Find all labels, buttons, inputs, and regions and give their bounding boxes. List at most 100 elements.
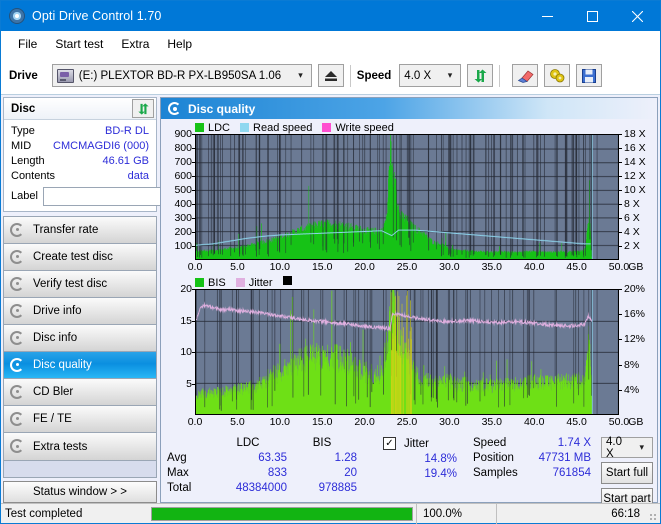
save-button[interactable] — [576, 64, 603, 87]
nav-list: Transfer rate Create test disc Verify te… — [3, 216, 157, 461]
settings-button[interactable] — [544, 64, 571, 87]
stats-avg-ldc: 63.35 — [258, 452, 287, 464]
disc-value: 46.61 GB — [102, 154, 149, 167]
stats-total-ldc: 48384000 — [235, 482, 287, 494]
window-controls — [525, 1, 660, 31]
ldc-x-axis: 0.0 5.0 10.0 15.0 20.0 25.0 30.0 35.0 40.0 45.0 50… — [188, 260, 644, 276]
axis-tick-label: 0.0 — [187, 261, 203, 273]
bis-y2-axis: 4% 8% 12% 16% 20% — [617, 283, 653, 415]
menu-file[interactable]: File — [9, 34, 46, 54]
disc-fete-icon — [10, 411, 25, 427]
speed-select-value: 4.0 X — [404, 69, 432, 82]
axis-tick-label: 600 — [174, 170, 196, 182]
ldc-y-axis: 100 200 300 400 500 600 700 800 900 — [165, 128, 196, 260]
main-panel: Disc quality LDC Read speed Write speed … — [160, 97, 658, 510]
axis-tick-label: 25.0 — [396, 261, 418, 273]
sidebar-item-drive-info[interactable]: Drive info — [4, 298, 156, 325]
app-icon — [9, 8, 25, 24]
drive-label: Drive — [9, 69, 38, 82]
ldc-chart-legend: LDC Read speed Write speed — [195, 121, 653, 134]
window-title: Opti Drive Control 1.70 — [32, 9, 162, 23]
chevron-down-icon: ▾ — [447, 70, 453, 80]
bis-y-axis: 5 10 15 20 — [165, 283, 196, 415]
axis-tick-label: 16 X — [618, 142, 646, 154]
axis-tick-label: 700 — [174, 156, 196, 168]
start-full-button[interactable]: Start full — [601, 462, 653, 484]
sidebar-item-create-test-disc[interactable]: Create test disc — [4, 244, 156, 271]
maximize-button[interactable] — [570, 1, 615, 31]
legend-swatch-marker — [282, 275, 292, 285]
legend-swatch-read-speed — [240, 123, 250, 132]
disc-key: Length — [11, 154, 45, 167]
speed-select[interactable]: 4.0 X ▾ — [399, 64, 462, 87]
resize-grip[interactable] — [646, 504, 660, 524]
drive-select-value: (E:) PLEXTOR BD-R PX-LB950SA 1.06 — [78, 69, 282, 82]
title-bar: Opti Drive Control 1.70 — [1, 1, 660, 31]
disc-quality-icon — [168, 102, 181, 115]
sidebar-item-disc-quality[interactable]: Disc quality — [4, 352, 156, 379]
status-text: Test completed — [5, 507, 83, 520]
test-speed-select[interactable]: 4.0 X ▾ — [601, 435, 653, 460]
axis-tick-label: 30.0 — [439, 416, 460, 428]
stats-row-total-label: Total — [167, 482, 192, 494]
axis-tick-label: 40.0 — [523, 261, 545, 273]
chevron-down-icon: ▾ — [639, 442, 644, 452]
main-header: Disc quality — [161, 98, 657, 119]
sidebar-item-cd-bler[interactable]: CD Bler — [4, 379, 156, 406]
sidebar-filler — [3, 461, 157, 478]
menu-extra[interactable]: Extra — [112, 34, 158, 54]
app-body: Disc Type BD-R DL MID CMCMAGDI6 (000) Le… — [1, 95, 660, 510]
stats-header-ldc: LDC — [236, 437, 260, 449]
minimize-button[interactable] — [525, 1, 570, 31]
axis-tick-label: 5.0 — [230, 416, 245, 428]
test-speed-value: 4.0 X — [606, 435, 622, 460]
refresh-button[interactable] — [467, 64, 494, 87]
disc-label-row: Label — [11, 186, 245, 206]
drive-select[interactable]: (E:) PLEXTOR BD-R PX-LB950SA 1.06 ▾ — [51, 64, 312, 87]
stats-header-bis: BIS — [312, 437, 332, 449]
axis-tick-label: 2 X — [618, 240, 640, 252]
sidebar-item-label: Disc quality — [33, 359, 92, 371]
menu-start-test[interactable]: Start test — [46, 34, 112, 54]
speed-value: 1.74 X — [557, 437, 591, 449]
disc-burn-icon — [10, 249, 25, 265]
bis-plot — [195, 289, 619, 415]
axis-tick-label: 16% — [617, 308, 645, 320]
sidebar-item-label: Disc info — [33, 332, 78, 344]
stats-table: LDC BIS Avg 63.35 1.28 Max 833 20 Total … — [167, 437, 357, 494]
status-window-button[interactable]: Status window > > — [3, 481, 157, 503]
disc-test-icon — [10, 222, 25, 238]
sidebar-item-transfer-rate[interactable]: Transfer rate — [4, 217, 156, 244]
close-button[interactable] — [615, 1, 660, 31]
axis-tick-label: 8% — [617, 359, 639, 371]
sidebar-item-fe-te[interactable]: FE / TE — [4, 406, 156, 433]
sidebar-item-extra-tests[interactable]: Extra tests — [4, 433, 156, 460]
stats-row-avg-label: Avg — [167, 452, 187, 464]
eject-button[interactable] — [317, 64, 344, 87]
disc-refresh-button[interactable] — [132, 99, 154, 118]
ldc-y2-axis: 2 X 4 X 6 X 8 X 10 X 12 X 14 X 16 X 18 X — [618, 128, 653, 260]
axis-tick-label: 10 — [180, 346, 196, 358]
axis-tick-label: 8 X — [618, 198, 640, 210]
jitter-checkbox[interactable]: ✓ — [383, 437, 396, 450]
chevron-down-icon: ▾ — [298, 70, 303, 80]
sidebar-item-verify-test-disc[interactable]: Verify test disc — [4, 271, 156, 298]
sidebar-item-disc-info[interactable]: Disc info — [4, 325, 156, 352]
axis-tick-label: 500 — [174, 184, 196, 196]
axis-tick-label: 18 X — [618, 128, 646, 140]
axis-tick-label: 45.0 — [566, 416, 587, 428]
bis-x-axis: 0.0 5.0 10.0 15.0 20.0 25.0 30.0 35.0 40.0 45.0 50… — [188, 415, 644, 431]
legend-label-read-speed: Read speed — [253, 121, 313, 134]
erase-button[interactable] — [512, 64, 539, 87]
axis-tick-label: 400 — [174, 198, 196, 210]
speed-label: Speed — [356, 69, 392, 82]
legend-swatch-write-speed — [322, 123, 332, 132]
sidebar-item-label: FE / TE — [33, 413, 72, 425]
axis-tick-label: 100 — [174, 240, 196, 252]
menu-help[interactable]: Help — [158, 34, 201, 54]
axis-tick-label: 20.0 — [354, 416, 375, 428]
disc-value: BD-R DL — [104, 124, 149, 137]
axis-tick-label: 15.0 — [311, 416, 333, 428]
disc-quality-icon — [10, 357, 25, 373]
jitter-label: Jitter — [404, 437, 429, 450]
